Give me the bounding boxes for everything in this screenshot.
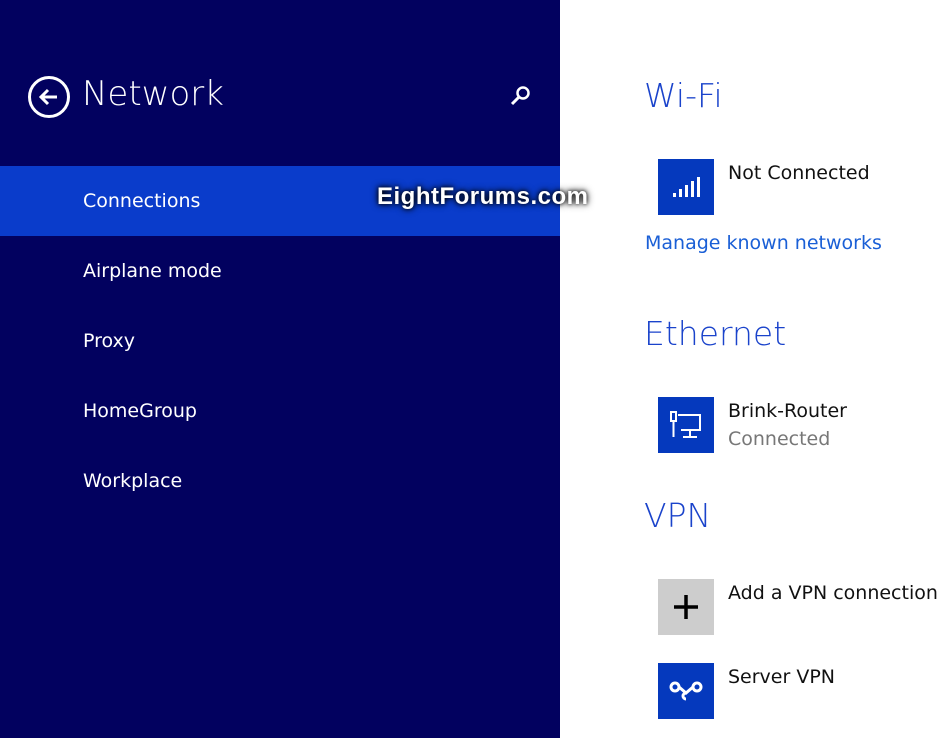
ethernet-heading: Ethernet [644,314,787,353]
server-vpn[interactable]: Server VPN [728,666,835,688]
wifi-heading: Wi-Fi [644,76,723,115]
ethernet-network-icon[interactable] [658,397,714,453]
page-title: Network [82,74,224,114]
sidebar: Network Connections Airplane mode Proxy … [0,0,560,738]
wifi-signal-icon[interactable] [658,159,714,215]
add-icon[interactable] [658,579,714,635]
wifi-status[interactable]: Not Connected [728,162,870,184]
sidebar-item-homegroup[interactable]: HomeGroup [0,376,560,446]
vpn-heading: VPN [644,496,712,535]
sidebar-item-proxy[interactable]: Proxy [0,306,560,376]
ethernet-name[interactable]: Brink-Router [728,400,847,422]
vpn-icon[interactable] [658,663,714,719]
back-arrow-icon[interactable] [28,76,70,118]
add-vpn-connection[interactable]: Add a VPN connection [728,582,938,604]
search-icon[interactable] [508,84,532,112]
ethernet-status: Connected [728,428,831,450]
watermark: EightForums.com [377,183,589,210]
sidebar-item-airplane-mode[interactable]: Airplane mode [0,236,560,306]
sidebar-item-workplace[interactable]: Workplace [0,446,560,516]
manage-known-networks-link[interactable]: Manage known networks [645,232,882,254]
